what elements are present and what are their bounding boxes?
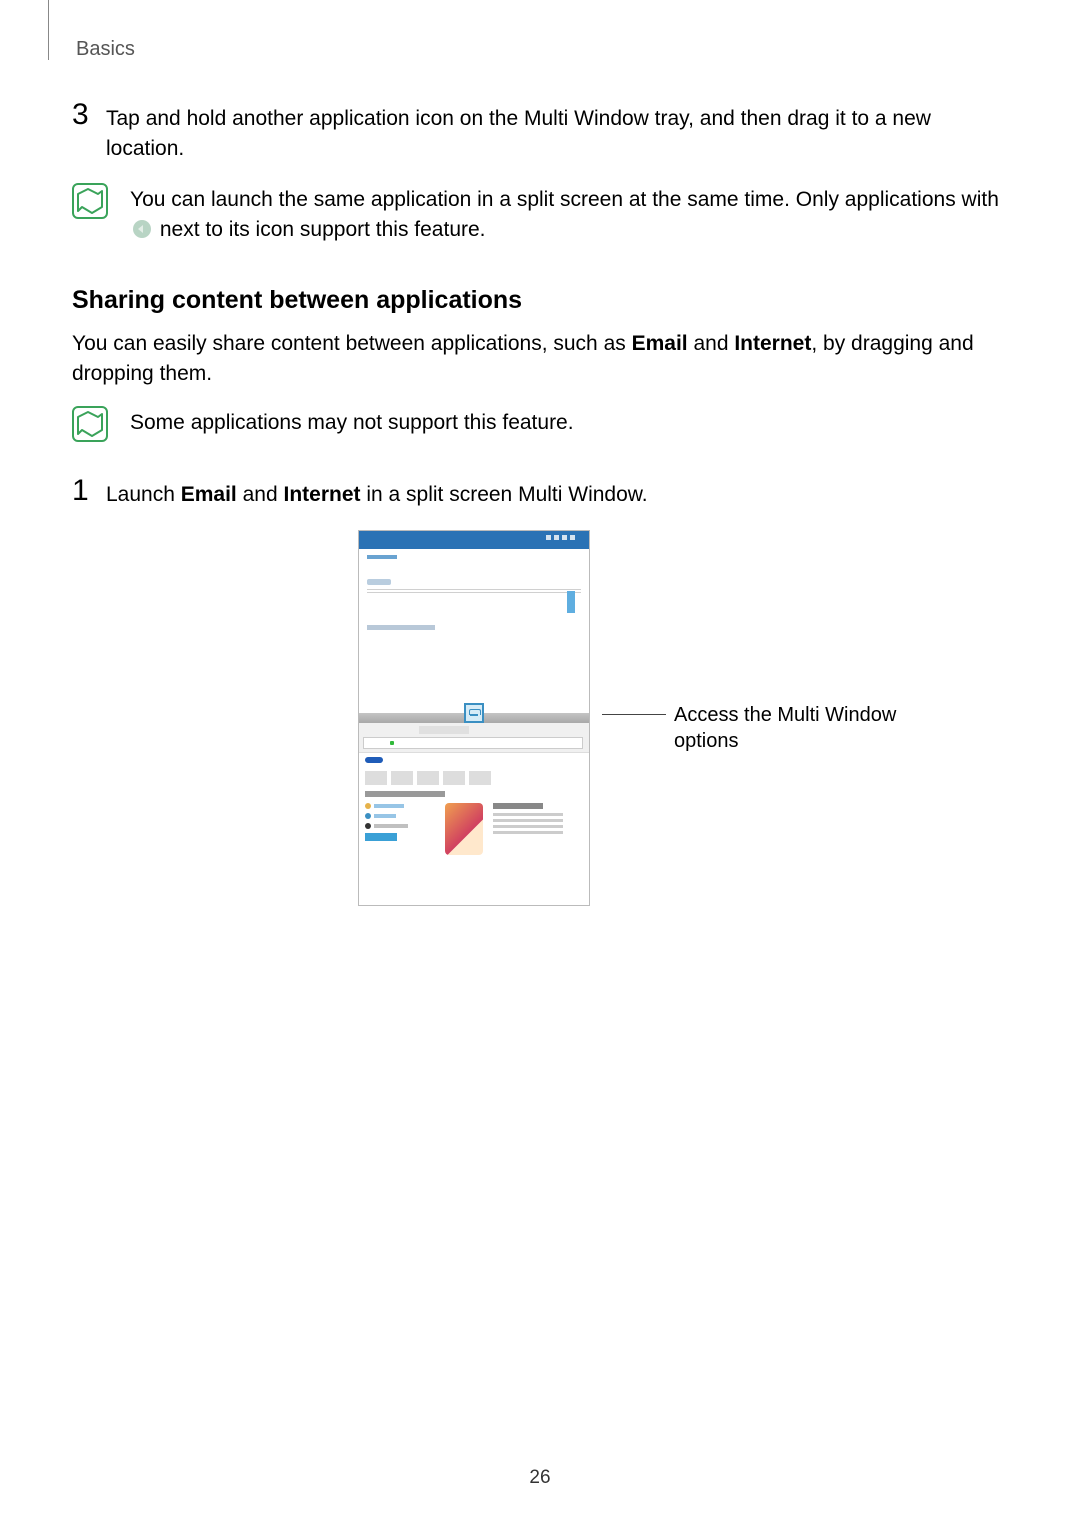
step-number: 1 bbox=[72, 476, 106, 506]
note-block-1: You can launch the same application in a… bbox=[72, 183, 1004, 246]
note-block-2: Some applications may not support this f… bbox=[72, 406, 1004, 442]
b1-pre: You can easily share content between app… bbox=[72, 332, 632, 355]
product-thumb bbox=[445, 803, 483, 855]
callout-line bbox=[602, 714, 666, 715]
email-body-blur bbox=[367, 625, 435, 630]
step-1: 1 Launch Email and Internet in a split s… bbox=[72, 476, 1004, 510]
browser-toolbar bbox=[359, 723, 589, 753]
step-text: Tap and hold another application icon on… bbox=[106, 100, 1004, 165]
figure: Access the Multi Window options bbox=[72, 530, 1004, 906]
brand-logo-blur bbox=[365, 757, 383, 763]
multiwindow-handle-icon bbox=[464, 703, 484, 723]
s1-post: in a split screen Multi Window. bbox=[361, 483, 648, 506]
text-cursor bbox=[567, 591, 575, 613]
note-text: You can launch the same application in a… bbox=[130, 183, 1004, 246]
s1-pre: Launch bbox=[106, 483, 181, 506]
note1-before: You can launch the same application in a… bbox=[130, 188, 999, 211]
note-icon bbox=[72, 183, 108, 219]
step-number: 3 bbox=[72, 100, 106, 130]
s1-internet: Internet bbox=[283, 483, 360, 506]
b1-email: Email bbox=[632, 332, 688, 355]
content-area: 3 Tap and hold another application icon … bbox=[72, 100, 1004, 906]
b1-internet: Internet bbox=[734, 332, 811, 355]
email-subject-blur bbox=[367, 579, 391, 585]
callout-label: Access the Multi Window options bbox=[674, 702, 934, 754]
page-margin-rule bbox=[48, 0, 49, 60]
b1-mid: and bbox=[688, 332, 735, 355]
s1-mid: and bbox=[237, 483, 284, 506]
s1-email: Email bbox=[181, 483, 237, 506]
step-3: 3 Tap and hold another application icon … bbox=[72, 100, 1004, 165]
stack-support-icon bbox=[133, 220, 151, 238]
browser-content bbox=[359, 753, 589, 906]
device-screenshot bbox=[358, 530, 590, 906]
section-heading: Sharing content between applications bbox=[72, 286, 1004, 315]
section-header: Basics bbox=[76, 38, 135, 61]
note1-after: next to its icon support this feature. bbox=[154, 218, 486, 241]
body-paragraph: You can easily share content between app… bbox=[72, 329, 1004, 390]
note-icon bbox=[72, 406, 108, 442]
email-title-bar bbox=[359, 531, 589, 549]
page-number: 26 bbox=[0, 1467, 1080, 1489]
note-text: Some applications may not support this f… bbox=[130, 406, 574, 438]
step-text: Launch Email and Internet in a split scr… bbox=[106, 476, 648, 510]
